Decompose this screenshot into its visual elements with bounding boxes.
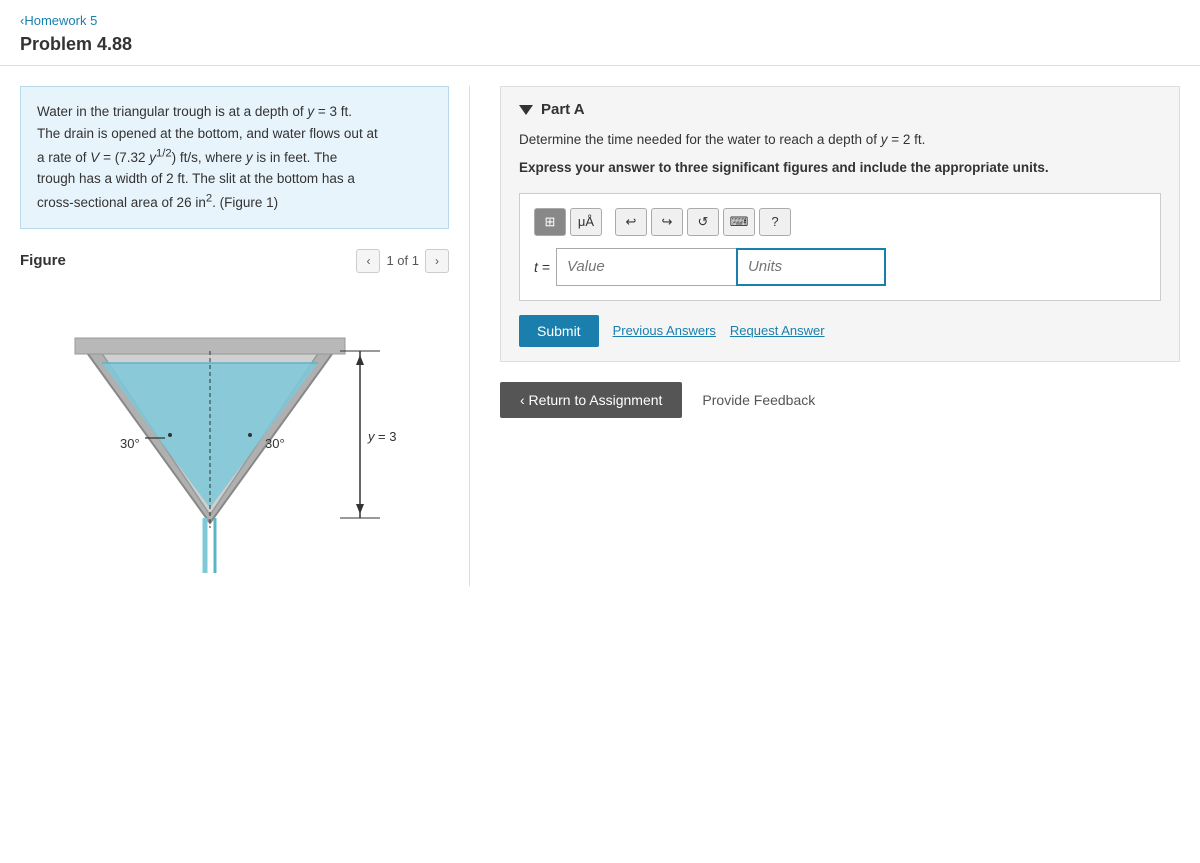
submit-button[interactable]: Submit bbox=[519, 315, 599, 347]
problem-line2: The drain is opened at the bottom, and w… bbox=[37, 126, 378, 141]
submit-row: Submit Previous Answers Request Answer bbox=[519, 315, 1161, 347]
help-button[interactable]: ? bbox=[759, 208, 791, 236]
value-input[interactable] bbox=[556, 248, 736, 286]
svg-text:30°: 30° bbox=[265, 436, 285, 451]
page-indicator: 1 of 1 bbox=[386, 253, 419, 268]
redo-icon: ↪ bbox=[662, 214, 673, 230]
input-label: t = bbox=[534, 259, 550, 275]
grid-icon: ⊞ bbox=[545, 214, 556, 230]
main-layout: Water in the triangular trough is at a d… bbox=[0, 66, 1200, 606]
bottom-row: ‹ Return to Assignment Provide Feedback bbox=[500, 382, 1180, 418]
figure-nav: ‹ 1 of 1 › bbox=[356, 249, 449, 273]
answer-box: ⊞ μÅ ↩ ↪ ↺ ⌨ bbox=[519, 193, 1161, 301]
problem-line3: a rate of V = (7.32 y1/2) ft/s, where y … bbox=[37, 150, 337, 165]
problem-line1: Water in the triangular trough is at a d… bbox=[37, 104, 352, 119]
mu-icon: μÅ bbox=[578, 214, 594, 229]
part-a-title: Part A bbox=[541, 101, 585, 118]
trough-figure: 30° 30° y = 3 ft bbox=[20, 283, 400, 583]
back-link[interactable]: ‹Homework 5 bbox=[20, 13, 97, 28]
refresh-button[interactable]: ↺ bbox=[687, 208, 719, 236]
part-a-section: Part A Determine the time needed for the… bbox=[500, 86, 1180, 362]
grid-button[interactable]: ⊞ bbox=[534, 208, 566, 236]
svg-text:= 3 ft: = 3 ft bbox=[378, 429, 400, 444]
left-panel: Water in the triangular trough is at a d… bbox=[20, 86, 470, 586]
input-row: t = bbox=[534, 248, 1146, 286]
keyboard-button[interactable]: ⌨ bbox=[723, 208, 755, 236]
figure-header: Figure ‹ 1 of 1 › bbox=[20, 249, 449, 273]
request-answer-link[interactable]: Request Answer bbox=[730, 323, 825, 338]
problem-line4: trough has a width of 2 ft. The slit at … bbox=[37, 171, 355, 186]
help-icon: ? bbox=[771, 214, 778, 229]
redo-button[interactable]: ↪ bbox=[651, 208, 683, 236]
problem-title: Problem 4.88 bbox=[20, 34, 1180, 55]
mu-button[interactable]: μÅ bbox=[570, 208, 602, 236]
problem-text-box: Water in the triangular trough is at a d… bbox=[20, 86, 449, 229]
header: ‹Homework 5 Problem 4.88 bbox=[0, 0, 1200, 66]
toolbar-separator bbox=[608, 210, 609, 234]
prev-figure-button[interactable]: ‹ bbox=[356, 249, 380, 273]
problem-line5: cross-sectional area of 26 in2. (Figure … bbox=[37, 195, 278, 210]
refresh-icon: ↺ bbox=[698, 214, 709, 230]
answer-toolbar: ⊞ μÅ ↩ ↪ ↺ ⌨ bbox=[534, 208, 1146, 236]
right-panel: Part A Determine the time needed for the… bbox=[470, 86, 1180, 586]
undo-icon: ↩ bbox=[626, 214, 637, 230]
instruction-text: Express your answer to three significant… bbox=[519, 158, 1161, 178]
question-text: Determine the time needed for the water … bbox=[519, 130, 1161, 150]
figure-section: Figure ‹ 1 of 1 › bbox=[20, 249, 449, 586]
undo-button[interactable]: ↩ bbox=[615, 208, 647, 236]
feedback-link[interactable]: Provide Feedback bbox=[702, 392, 815, 408]
units-input[interactable] bbox=[736, 248, 886, 286]
svg-text:y: y bbox=[367, 429, 376, 444]
previous-answers-link[interactable]: Previous Answers bbox=[613, 323, 716, 338]
keyboard-icon: ⌨ bbox=[730, 214, 749, 230]
next-figure-button[interactable]: › bbox=[425, 249, 449, 273]
part-a-header: Part A bbox=[519, 101, 1161, 118]
collapse-triangle-icon[interactable] bbox=[519, 105, 533, 115]
return-button[interactable]: ‹ Return to Assignment bbox=[500, 382, 682, 418]
svg-text:30°: 30° bbox=[120, 436, 140, 451]
figure-label: Figure bbox=[20, 252, 66, 269]
